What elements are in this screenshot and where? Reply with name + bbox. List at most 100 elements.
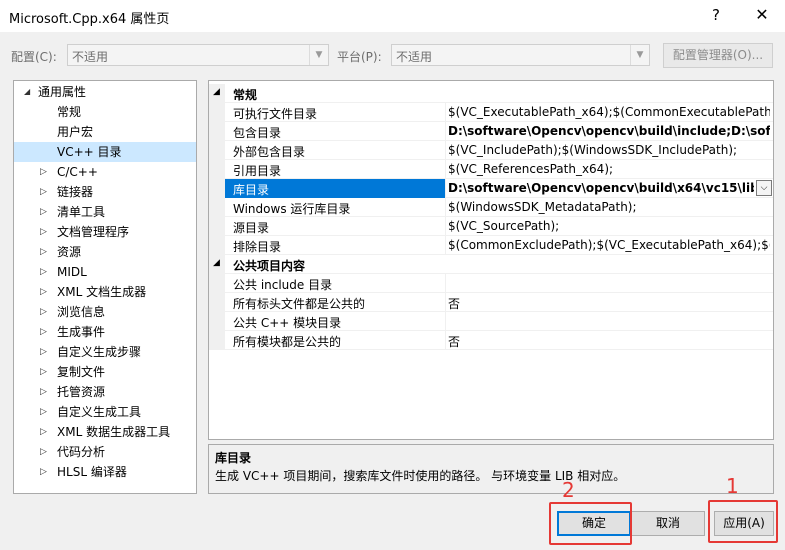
tree-item[interactable]: ▷ XML 文档生成器 [14,282,196,302]
tree-item[interactable]: ▷ C/C++ [14,162,196,182]
grid-row[interactable]: 源目录 $(VC_SourcePath); [209,217,773,236]
collapse-icon[interactable]: ◢ [213,258,220,268]
expand-icon[interactable]: ▷ [40,322,47,342]
grid-row[interactable]: 公共 C++ 模块目录 [209,312,773,331]
tree-item-label: MIDL [57,265,87,279]
tree-item[interactable]: ▷ 文档管理程序 [14,222,196,242]
tree-item[interactable]: ◢ 通用属性 [14,82,196,102]
grid-row[interactable]: 外部包含目录 $(VC_IncludePath);$(WindowsSDK_Inc… [209,141,773,160]
property-value[interactable]: $(VC_ReferencesPath_x64); [448,162,770,176]
column-divider [445,122,446,141]
grid-row[interactable]: 公共 include 目录 [209,274,773,293]
column-divider [445,198,446,217]
tree-item-label: 常规 [57,105,82,119]
grid-row[interactable]: Windows 运行库目录 $(WindowsSDK_MetadataPath); [209,198,773,217]
expand-icon[interactable]: ▷ [40,422,47,442]
property-value[interactable]: $(VC_IncludePath);$(WindowsSDK_IncludePa… [448,143,770,157]
tree-item[interactable]: 用户宏 [14,122,196,142]
expand-icon[interactable]: ▷ [40,342,47,362]
property-value[interactable]: D:\software\Opencv\opencv\build\x64\vc15… [448,181,754,195]
expand-icon[interactable]: ▷ [40,202,47,222]
property-tree[interactable]: ◢ 通用属性 常规 用户宏 VC++ 目录 ▷ C/C++ ▷ 链接器 ▷ 清单工具 ▷ 文档管理程序 ▷… [13,80,197,494]
property-value[interactable]: $(WindowsSDK_MetadataPath); [448,200,770,214]
column-divider [445,312,446,331]
tree-item-label: 文档管理程序 [57,225,130,239]
tree-item[interactable]: ▷ XML 数据生成器工具 [14,422,196,442]
grid-category[interactable]: ◢ 公共项目内容 [209,255,773,274]
property-value[interactable]: $(CommonExcludePath);$(VC_ExecutablePath… [448,238,770,252]
collapse-icon[interactable]: ◢ [24,82,30,102]
tree-item[interactable]: ▷ 链接器 [14,182,196,202]
tree-item-label: C/C++ [57,165,98,179]
tree-item[interactable]: ▷ 自定义生成工具 [14,402,196,422]
expand-icon[interactable]: ▷ [40,442,47,462]
grid-row[interactable]: 所有标头文件都是公共的 否 [209,293,773,312]
expand-icon[interactable]: ▷ [40,362,47,382]
grid-row[interactable]: 库目录 D:\software\Opencv\opencv\build\x64\v… [209,179,773,198]
tree-item[interactable]: ▷ 资源 [14,242,196,262]
grid-row[interactable]: 包含目录 D:\software\Opencv\opencv\build\incl… [209,122,773,141]
tree-item[interactable]: ▷ 托管资源 [14,382,196,402]
column-divider [445,217,446,236]
property-value[interactable]: $(VC_SourcePath); [448,219,770,233]
annotation-number-1: 1 [726,474,739,498]
row-gutter [209,160,225,179]
grid-row[interactable]: 所有模块都是公共的 否 [209,331,773,350]
expand-icon[interactable]: ▷ [40,182,47,202]
tree-item[interactable]: 常规 [14,102,196,122]
column-divider [445,179,446,198]
expand-icon[interactable]: ▷ [40,462,47,482]
chevron-down-icon: ▼ [630,45,649,65]
grid-row[interactable]: 引用目录 $(VC_ReferencesPath_x64); [209,160,773,179]
tree-item-label: HLSL 编译器 [57,465,127,479]
expand-icon[interactable]: ▷ [40,302,47,322]
grid-row[interactable]: 排除目录 $(CommonExcludePath);$(VC_Executable… [209,236,773,255]
property-value[interactable]: 否 [448,333,770,350]
expand-icon[interactable]: ▷ [40,282,47,302]
tree-item-label: 清单工具 [57,205,106,219]
tree-item-label: 链接器 [57,185,94,199]
expand-icon[interactable]: ▷ [40,262,47,282]
help-icon[interactable]: ? [706,6,726,24]
tree-item[interactable]: ▷ HLSL 编译器 [14,462,196,482]
grid-category[interactable]: ◢ 常规 [209,84,773,103]
tree-item[interactable]: ▷ 复制文件 [14,362,196,382]
column-divider [445,331,446,350]
expand-icon[interactable]: ▷ [40,242,47,262]
property-value[interactable]: 否 [448,295,770,312]
tree-item[interactable]: VC++ 目录 [14,142,196,162]
cancel-button[interactable]: 取消 [631,511,705,536]
expand-icon[interactable]: ▷ [40,222,47,242]
tree-item-label: XML 文档生成器 [57,285,147,299]
close-icon[interactable]: ✕ [752,5,772,24]
tree-item[interactable]: ▷ 代码分析 [14,442,196,462]
property-value[interactable]: D:\software\Opencv\opencv\build\include;… [448,124,770,138]
tree-item[interactable]: ▷ 浏览信息 [14,302,196,322]
tree-item[interactable]: ▷ 生成事件 [14,322,196,342]
collapse-icon[interactable]: ◢ [213,87,220,97]
property-name: 库目录 [233,183,270,197]
expand-icon[interactable]: ▷ [40,162,47,182]
grid-row[interactable]: 可执行文件目录 $(VC_ExecutablePath_x64);$(Common… [209,103,773,122]
property-name: 可执行文件目录 [233,107,318,121]
expand-icon[interactable]: ▷ [40,382,47,402]
tree-item[interactable]: ▷ 清单工具 [14,202,196,222]
property-name: 所有模块都是公共的 [233,335,342,349]
tree-item-label: 通用属性 [38,85,87,99]
property-name: 外部包含目录 [233,145,306,159]
property-value[interactable]: $(VC_ExecutablePath_x64);$(CommonExecuta… [448,105,770,119]
row-gutter [209,122,225,141]
property-grid[interactable]: ◢ 常规可执行文件目录 $(VC_ExecutablePath_x64);$(Com… [208,80,774,440]
platform-label: 平台(P): [337,50,382,64]
config-manager-button[interactable]: 配置管理器(O)... [663,43,773,68]
row-gutter [209,103,225,122]
tree-item-label: 资源 [57,245,82,259]
config-select[interactable]: 不适用 ▼ [67,44,329,66]
property-name: 公共 include 目录 [233,278,333,292]
tree-item[interactable]: ▷ 自定义生成步骤 [14,342,196,362]
platform-select[interactable]: 不适用 ▼ [391,44,650,66]
column-divider [445,160,446,179]
tree-item[interactable]: ▷ MIDL [14,262,196,282]
expand-icon[interactable]: ▷ [40,402,47,422]
dropdown-button[interactable]: ⌵ [756,180,772,196]
